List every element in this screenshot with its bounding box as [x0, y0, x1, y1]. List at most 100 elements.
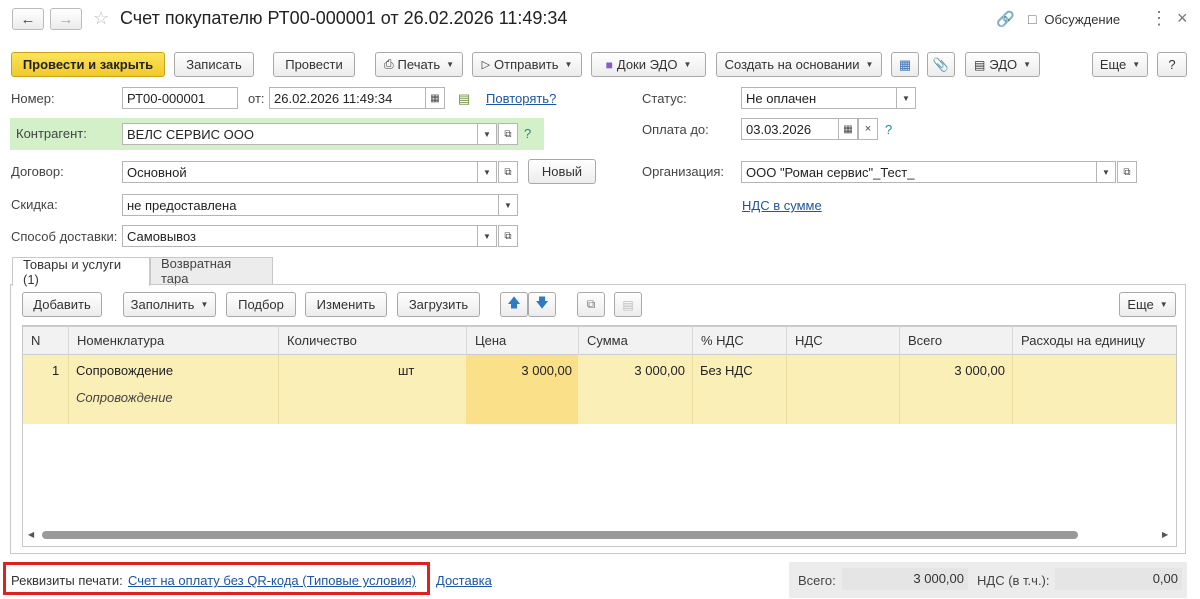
- status-field[interactable]: Не оплачен: [741, 87, 897, 109]
- paste-icon: ▤: [622, 297, 634, 312]
- edo-docs-button[interactable]: ■ Доки ЭДО ▼: [591, 52, 706, 77]
- table-more-label: Еще: [1127, 297, 1154, 312]
- edit-button[interactable]: Изменить: [305, 292, 387, 317]
- col-divider: [1012, 355, 1013, 424]
- discount-field[interactable]: не предоставлена: [122, 194, 499, 216]
- link-icon[interactable]: 🔗: [996, 10, 1015, 28]
- scroll-right-icon[interactable]: ▶: [1162, 530, 1168, 539]
- menu-dots-icon[interactable]: ⋮: [1150, 8, 1168, 29]
- post-and-close-button[interactable]: Провести и закрыть: [11, 52, 165, 77]
- contract-field[interactable]: Основной: [122, 161, 478, 183]
- contract-dropdown[interactable]: ▼: [477, 161, 497, 183]
- org-field[interactable]: ООО "Роман сервис"_Тест_: [741, 161, 1097, 183]
- delivery-open[interactable]: ⧉: [498, 225, 518, 247]
- chevron-down-icon: ▼: [483, 129, 491, 139]
- counterparty-open[interactable]: ⧉: [498, 123, 518, 145]
- load-button[interactable]: Загрузить: [397, 292, 480, 317]
- status-dropdown[interactable]: ▼: [896, 87, 916, 109]
- counterparty-dropdown[interactable]: ▼: [477, 123, 497, 145]
- forward-button[interactable]: →: [50, 8, 82, 30]
- total-value: 3 000,00: [842, 568, 968, 590]
- chevron-down-icon: ▼: [483, 167, 491, 177]
- pay-until-calendar[interactable]: ▦: [838, 118, 858, 140]
- row-item-sub: Сопровождение: [76, 390, 173, 405]
- discount-label: Скидка:: [11, 197, 58, 212]
- pay-until-field[interactable]: 03.03.2026: [741, 118, 839, 140]
- page-title: Счет покупателю РТ00-000001 от 26.02.202…: [120, 8, 568, 28]
- delivery-field[interactable]: Самовывоз: [122, 225, 478, 247]
- col-vat-rate[interactable]: % НДС: [692, 327, 786, 355]
- send-label: Отправить: [494, 57, 559, 72]
- row-item[interactable]: Сопровождение: [76, 363, 173, 378]
- scroll-left-icon[interactable]: ◀: [28, 530, 34, 539]
- counterparty-field[interactable]: ВЕЛС СЕРВИС ООО: [122, 123, 478, 145]
- send-button[interactable]: ▷ Отправить ▼: [472, 52, 582, 77]
- pay-until-clear[interactable]: ×: [858, 118, 878, 140]
- print-details-label: Реквизиты печати:: [11, 573, 123, 588]
- save-button[interactable]: Записать: [174, 52, 254, 77]
- repeat-link[interactable]: Повторять?: [486, 91, 556, 106]
- row-total[interactable]: 3 000,00: [899, 363, 1005, 378]
- folder-icon: ■: [605, 57, 613, 72]
- chevron-down-icon: ▼: [504, 200, 512, 210]
- tab-returnable-packaging[interactable]: Возвратная тара: [150, 256, 273, 286]
- col-divider: [692, 355, 693, 424]
- pay-until-help[interactable]: ?: [885, 122, 892, 137]
- row-unit[interactable]: шт: [398, 363, 414, 378]
- col-price[interactable]: Цена: [466, 327, 578, 355]
- calendar-icon: ▦: [843, 123, 853, 135]
- contract-open[interactable]: ⧉: [498, 161, 518, 183]
- favorite-star-icon[interactable]: ☆: [93, 8, 109, 29]
- discussion-button[interactable]: □ Обсуждение: [1028, 11, 1120, 27]
- vat-in-sum-link[interactable]: НДС в сумме: [742, 198, 822, 213]
- fill-button[interactable]: Заполнить ▼: [123, 292, 216, 317]
- delivery-dropdown[interactable]: ▼: [477, 225, 497, 247]
- back-button[interactable]: ←: [12, 8, 44, 30]
- new-contract-button[interactable]: Новый: [528, 159, 596, 184]
- table-row[interactable]: 1 Сопровождение Сопровождение шт 3 000,0…: [23, 355, 1176, 424]
- col-cost-per-unit[interactable]: Расходы на единицу: [1012, 327, 1176, 355]
- org-dropdown[interactable]: ▼: [1096, 161, 1116, 183]
- move-down-button[interactable]: 🡇: [528, 292, 556, 317]
- col-total[interactable]: Всего: [899, 327, 1012, 355]
- help-button[interactable]: ?: [1157, 52, 1187, 77]
- print-details-link[interactable]: Счет на оплату без QR-кода (Типовые усло…: [128, 573, 416, 588]
- row-sum[interactable]: 3 000,00: [578, 363, 685, 378]
- open-icon: ⧉: [504, 166, 512, 178]
- table-more-button[interactable]: Еще ▼: [1119, 292, 1176, 317]
- select-button[interactable]: Подбор: [226, 292, 296, 317]
- org-open[interactable]: ⧉: [1117, 161, 1137, 183]
- close-icon[interactable]: ×: [1177, 8, 1188, 29]
- horizontal-scrollbar[interactable]: [42, 531, 1078, 539]
- col-sum[interactable]: Сумма: [578, 327, 692, 355]
- structure-button[interactable]: ▦: [891, 52, 919, 77]
- col-qty[interactable]: Количество: [278, 327, 466, 355]
- col-item[interactable]: Номенклатура: [68, 327, 278, 355]
- copy-button[interactable]: ⧉: [577, 292, 605, 317]
- more-button[interactable]: Еще ▼: [1092, 52, 1148, 77]
- attach-button[interactable]: 📎: [927, 52, 955, 77]
- col-n[interactable]: N: [23, 327, 68, 355]
- discount-dropdown[interactable]: ▼: [498, 194, 518, 216]
- repeat-icon: ▤: [458, 91, 471, 106]
- paste-button[interactable]: ▤: [614, 292, 642, 317]
- counterparty-help[interactable]: ?: [524, 126, 531, 141]
- row-price[interactable]: 3 000,00: [466, 363, 572, 378]
- total-label: Всего:: [798, 573, 836, 588]
- discussion-label: Обсуждение: [1044, 12, 1121, 27]
- edo-button[interactable]: ▤ ЭДО ▼: [965, 52, 1040, 77]
- calendar-button[interactable]: ▦: [425, 87, 445, 109]
- chevron-down-icon: ▼: [902, 93, 910, 103]
- add-row-button[interactable]: Добавить: [22, 292, 102, 317]
- print-button[interactable]: ⎙ Печать ▼: [375, 52, 463, 77]
- chevron-down-icon: ▼: [1023, 60, 1032, 69]
- post-button[interactable]: Провести: [273, 52, 355, 77]
- delivery-link[interactable]: Доставка: [436, 573, 492, 588]
- move-up-button[interactable]: 🡅: [500, 292, 528, 317]
- col-vat[interactable]: НДС: [786, 327, 899, 355]
- date-field[interactable]: 26.02.2026 11:49:34: [269, 87, 426, 109]
- tab-goods-services[interactable]: Товары и услуги (1): [12, 257, 150, 287]
- number-field[interactable]: РТ00-000001: [122, 87, 238, 109]
- row-vat-rate[interactable]: Без НДС: [700, 363, 753, 378]
- create-based-button[interactable]: Создать на основании ▼: [716, 52, 882, 77]
